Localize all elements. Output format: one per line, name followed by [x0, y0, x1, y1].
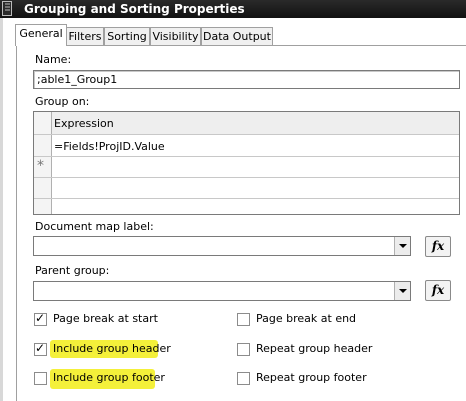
window-title-bar: Grouping and Sorting Properties: [0, 0, 466, 18]
tab-sorting-label: Sorting: [107, 30, 147, 43]
page-break-end-checkbox[interactable]: [237, 313, 250, 326]
expression-cell[interactable]: =Fields!ProjID.Value: [54, 140, 165, 153]
properties-icon: [2, 1, 12, 16]
tab-filters[interactable]: Filters: [66, 27, 104, 45]
tab-filters-label: Filters: [68, 30, 102, 43]
window-title: Grouping and Sorting Properties: [24, 2, 245, 16]
tab-visibility[interactable]: Visibility: [150, 27, 201, 45]
repeat-group-header-checkbox[interactable]: [237, 343, 250, 356]
include-group-footer-label: Include group footer: [53, 371, 165, 384]
grid-line: [34, 134, 459, 135]
grid-line: [34, 156, 459, 157]
name-label: Name:: [35, 53, 72, 66]
tab-visibility-label: Visibility: [152, 30, 199, 43]
tab-general-label: General: [19, 27, 63, 40]
parent-group-expression-button[interactable]: fx: [425, 280, 451, 301]
tab-general[interactable]: General: [15, 24, 67, 46]
document-map-label-combo[interactable]: [33, 236, 411, 256]
repeat-group-footer-label: Repeat group footer: [256, 371, 367, 384]
group-on-label: Group on:: [35, 95, 90, 108]
tab-data-output-label: Data Output: [203, 30, 271, 43]
include-group-header-label: Include group header: [53, 342, 171, 355]
include-group-header-checkbox[interactable]: ✓: [34, 341, 47, 356]
chevron-down-icon[interactable]: [394, 282, 410, 300]
expression-header-label: Expression: [54, 117, 114, 130]
repeat-group-header-label: Repeat group header: [256, 342, 373, 355]
page-break-start-label: Page break at start: [53, 312, 158, 325]
tab-sorting[interactable]: Sorting: [104, 27, 150, 45]
grid-line: [34, 177, 459, 178]
chevron-down-icon[interactable]: [394, 237, 410, 255]
name-input[interactable]: ;able1_Group1: [33, 70, 460, 89]
page-break-start-checkbox[interactable]: ✓: [34, 311, 47, 326]
group-on-grid[interactable]: Expression =Fields!ProjID.Value *: [33, 111, 460, 215]
repeat-group-footer-checkbox[interactable]: [237, 372, 250, 385]
parent-group-label: Parent group:: [35, 264, 110, 277]
include-group-footer-checkbox[interactable]: [34, 372, 47, 385]
check-mark-icon: ✓: [35, 341, 46, 355]
new-row-icon: *: [37, 158, 44, 174]
parent-group-combo[interactable]: [33, 281, 411, 301]
tab-data-output[interactable]: Data Output: [201, 27, 273, 45]
document-map-label-label: Document map label:: [35, 220, 154, 233]
left-edge: [0, 18, 3, 401]
page-break-end-label: Page break at end: [256, 312, 357, 325]
grid-line: [34, 198, 459, 199]
document-map-expression-button[interactable]: fx: [425, 236, 451, 257]
check-mark-icon: ✓: [35, 311, 46, 325]
